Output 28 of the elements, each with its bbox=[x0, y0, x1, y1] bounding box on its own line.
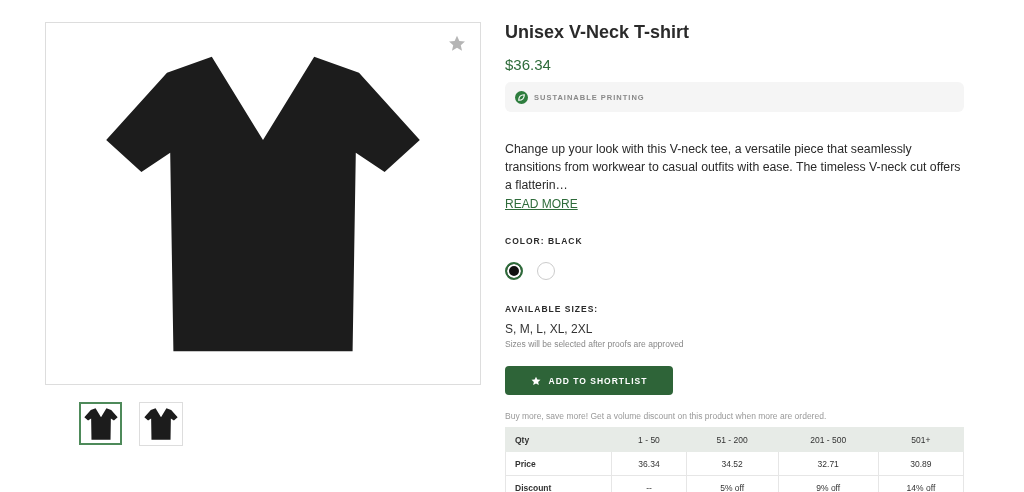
add-to-shortlist-button[interactable]: ADD TO SHORTLIST bbox=[505, 366, 673, 395]
read-more-link[interactable]: READ MORE bbox=[505, 197, 578, 211]
table-cell: 36.34 bbox=[611, 451, 687, 476]
star-icon bbox=[530, 375, 541, 386]
t-shirt-drawing bbox=[144, 406, 178, 442]
column-header: 1 - 50 bbox=[611, 427, 687, 452]
column-header: 201 - 500 bbox=[778, 427, 879, 452]
column-header: Qty bbox=[505, 427, 612, 452]
table-cell: 32.71 bbox=[778, 451, 879, 476]
product-price: $36.34 bbox=[505, 56, 552, 73]
star-icon[interactable] bbox=[448, 35, 466, 52]
color-swatch[interactable] bbox=[505, 262, 523, 280]
leaf-icon bbox=[515, 90, 528, 104]
table-cell: Price bbox=[505, 451, 612, 476]
volume-note: Buy more, save more! Get a volume discount on this product when more are ordered. bbox=[505, 411, 828, 421]
column-header: 51 - 200 bbox=[686, 427, 779, 452]
column-header: 501+ bbox=[878, 427, 964, 452]
sizes-note: Sizes will be selected after proofs are approved bbox=[505, 339, 685, 349]
product-title: Unisex V-Neck T-shirt bbox=[505, 22, 691, 43]
thumbnail[interactable] bbox=[79, 402, 122, 445]
table-cell: Discount bbox=[505, 475, 612, 492]
color-label: COLOR: BLACK bbox=[505, 236, 584, 246]
sizes-list: S, M, L, XL, 2XL bbox=[505, 322, 964, 336]
table-cell: 34.52 bbox=[686, 451, 779, 476]
t-shirt-drawing bbox=[83, 405, 118, 442]
sizes-label: AVAILABLE SIZES: bbox=[505, 304, 600, 314]
description: Change up your look with this V-neck tee, a versatile piece that seamlessly transitions from workwear to casual outfits with ease. The timeless V-neck cut offers a flatterin… bbox=[505, 141, 962, 194]
table-cell: 30.89 bbox=[878, 451, 964, 476]
